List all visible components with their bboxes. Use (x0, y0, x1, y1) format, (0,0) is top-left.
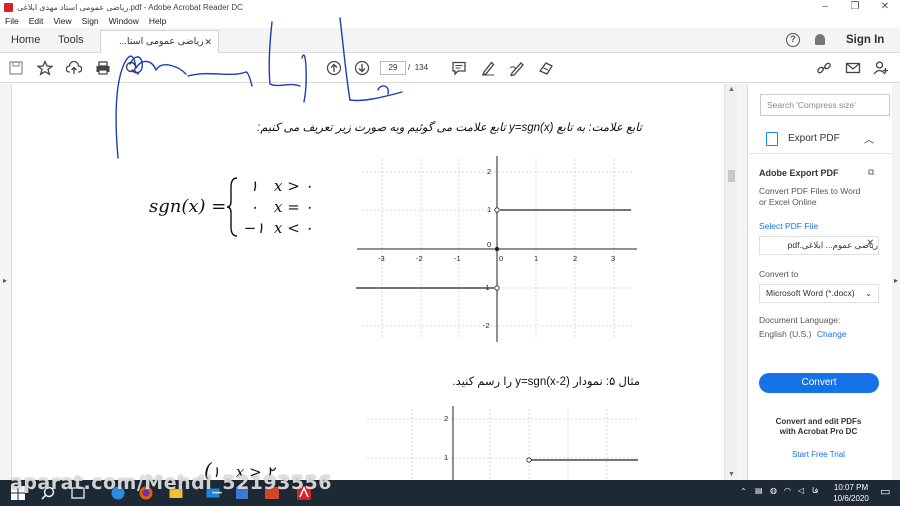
open-dot-bottom (494, 285, 500, 291)
convert-to-label: Convert to (759, 269, 799, 279)
tools-search-input[interactable]: Search 'Compress size' (760, 94, 890, 116)
y-tick: 2 (444, 414, 448, 423)
add-user-icon[interactable] (873, 60, 889, 76)
export-pdf-label: Export PDF (788, 133, 840, 144)
document-scrollbar[interactable]: ▲ ▼ (724, 84, 737, 480)
convert-format-select[interactable]: Microsoft Word (*.docx) ⌄ (759, 284, 879, 303)
clock-time[interactable]: 10:07 PM (828, 483, 874, 492)
x-tick: -3 (378, 254, 385, 263)
language-row: English (U.S.) Change (759, 329, 847, 339)
y-tick: 2 (487, 167, 491, 176)
wifi-icon[interactable]: ◠ (784, 486, 791, 495)
copy-icon[interactable]: ⧉ (868, 167, 874, 178)
left-rail: ▸ (0, 84, 12, 480)
email-icon[interactable] (845, 60, 861, 76)
tab-tools[interactable]: Tools (58, 28, 84, 53)
menu-file[interactable]: File (5, 16, 19, 26)
selected-file: ریاضی عموم... ابلاغی.pdf (759, 236, 879, 255)
fill-sign-icon[interactable] (538, 60, 554, 76)
case-positive: ۱x > ۰ (249, 177, 313, 195)
select-pdf-file-link[interactable]: Select PDF File (759, 221, 818, 231)
chevron-up-icon[interactable]: ︿ (864, 131, 874, 146)
menu-edit[interactable]: Edit (29, 16, 44, 26)
adobe-export-title: Adobe Export PDF (759, 168, 839, 178)
x-tick: 3 (611, 254, 615, 263)
share-link-icon[interactable] (816, 60, 832, 76)
x-tick: 0 (499, 254, 503, 263)
example-graph: 2 1 (367, 406, 638, 480)
acrobat-logo-icon (4, 2, 13, 12)
bookmark-star-icon[interactable] (37, 60, 53, 76)
x-tick: 1 (534, 254, 538, 263)
acrobat-pro-promo: Convert and edit PDFs with Acrobat Pro D… (775, 417, 862, 436)
formula-cases: ۱x > ۰ ۰x = ۰ −۱ x < ۰ (240, 176, 313, 239)
origin-dot (494, 246, 500, 252)
sgn-graph: -3 -2 -1 0 1 2 3 2 1 0 -1 -2 (356, 156, 637, 342)
export-pdf-row[interactable]: Export PDF ︿ (748, 124, 900, 154)
y-tick: 1 (487, 205, 491, 214)
convert-button[interactable]: Convert (759, 373, 879, 393)
panel-gap (737, 84, 747, 480)
collapse-right-panel-icon[interactable]: ▸ (894, 276, 898, 285)
x-tick: -2 (416, 254, 423, 263)
menu-sign[interactable]: Sign (82, 16, 99, 26)
input-language[interactable]: فا (812, 486, 818, 495)
network-icon[interactable]: ▤ (755, 486, 763, 495)
notifications-icon[interactable]: ▭ (880, 485, 890, 498)
x-tick: 2 (573, 254, 577, 263)
scrollbar-thumb[interactable] (728, 170, 735, 182)
save-icon[interactable] (8, 60, 24, 76)
comment-icon[interactable] (451, 60, 467, 76)
expand-left-panel-icon[interactable]: ▸ (3, 276, 7, 285)
minimize-button[interactable]: – (810, 0, 840, 14)
menu-view[interactable]: View (53, 16, 71, 26)
scroll-up-icon[interactable]: ▲ (728, 86, 735, 93)
start-free-trial-link[interactable]: Start Free Trial (748, 450, 889, 459)
case-negative: −۱ x < ۰ (243, 219, 313, 237)
restore-button[interactable]: ❐ (840, 0, 870, 14)
tab-home[interactable]: Home (11, 28, 40, 53)
export-desc-2: or Excel Online (759, 197, 817, 207)
close-window-button[interactable]: ✕ (870, 0, 900, 14)
x-tick: -1 (454, 254, 461, 263)
y-tick: -2 (483, 321, 490, 330)
formula-brace (226, 177, 238, 237)
help-icon[interactable]: ? (786, 33, 800, 47)
export-pdf-icon (766, 132, 778, 146)
window-title: ریاضی عمومی استاد مهدی ابلاغی.pdf - Adob… (17, 2, 243, 12)
highlight-pen-icon[interactable] (480, 60, 496, 76)
y-tick: 1 (444, 453, 448, 462)
open-dot-top (494, 207, 500, 213)
right-edge: ▸ (893, 84, 900, 480)
example-5: مثال ۵: نمودار y=sgn(x-2) را رسم کنید. (452, 376, 640, 388)
sign-in-link[interactable]: Sign In (846, 28, 884, 53)
clock-date[interactable]: 10/6/2020 (828, 494, 874, 503)
change-language-link[interactable]: Change (817, 329, 847, 339)
scroll-down-icon[interactable]: ▼ (728, 471, 735, 478)
export-desc-1: Convert PDF Files to Word (759, 186, 861, 196)
upload-cloud-icon[interactable] (66, 60, 82, 76)
notification-bell-icon[interactable] (815, 34, 825, 45)
draw-pen-icon[interactable] (509, 60, 525, 76)
handwritten-ink (115, 17, 403, 159)
globe-icon[interactable]: ◍ (770, 486, 777, 495)
tools-pane: Search 'Compress size' Export PDF ︿ Adob… (747, 84, 900, 480)
tray-chevron-icon[interactable]: ⌃ (740, 487, 747, 496)
volume-icon[interactable]: ◁ (798, 486, 804, 495)
example-open-dot (526, 457, 532, 463)
case-zero: ۰x = ۰ (249, 198, 313, 216)
aparat-watermark: aparat.com/Mehdi_52193556 (10, 472, 332, 494)
y-tick: 0 (487, 240, 491, 249)
chevron-down-icon: ⌄ (865, 289, 872, 298)
y-tick: -1 (483, 283, 490, 292)
document-language-label: Document Language: (759, 315, 841, 325)
remove-file-icon[interactable]: ✕ (866, 238, 874, 249)
formula-lhs: sgn(x) = (149, 196, 227, 217)
